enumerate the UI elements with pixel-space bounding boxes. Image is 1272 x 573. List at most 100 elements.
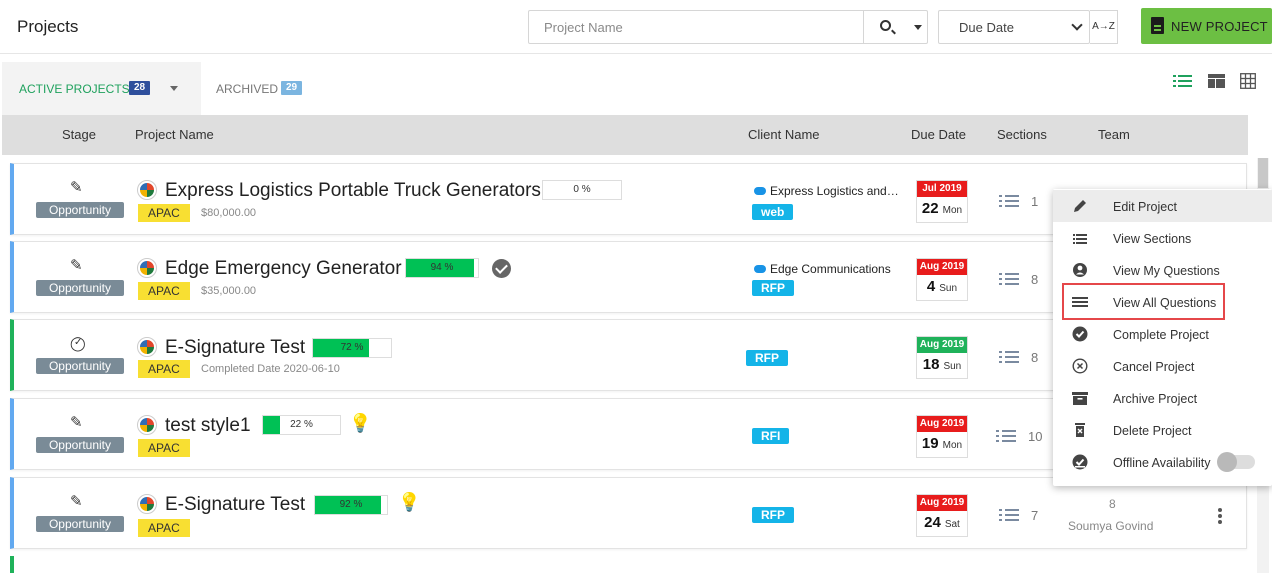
project-amount: $35,000.00	[201, 285, 257, 297]
check-mark-icon: ✓	[74, 337, 83, 348]
due-month: Aug 2019	[917, 337, 967, 353]
sections-count[interactable]: 10	[996, 429, 1042, 444]
project-name[interactable]: Express Logistics Portable Truck Generat…	[165, 180, 541, 202]
pencil-icon	[1074, 200, 1086, 212]
due-month: Aug 2019	[917, 416, 967, 432]
type-tag: web	[752, 204, 794, 220]
progress-bar: 92 %	[314, 495, 388, 515]
trash-icon	[1075, 423, 1085, 437]
lightbulb-icon: 💡	[349, 413, 372, 433]
sections-number: 7	[1031, 508, 1039, 523]
tab-active-projects[interactable]: ACTIVE PROJECTS 28	[2, 62, 201, 115]
col-stage[interactable]: Stage	[62, 127, 96, 142]
type-tag: RFP	[746, 350, 788, 366]
menu-item-cancel-project[interactable]: Cancel Project	[1053, 350, 1272, 382]
sections-count[interactable]: 7	[999, 508, 1038, 523]
project-name-search-input[interactable]	[529, 11, 863, 43]
cloud-icon	[754, 265, 766, 273]
list-icon	[996, 430, 1016, 443]
sort-select[interactable]: Due Date	[938, 10, 1090, 44]
col-due-date[interactable]: Due Date	[911, 127, 966, 142]
col-project-name[interactable]: Project Name	[135, 127, 214, 142]
lightbulb-icon: 💡	[398, 492, 421, 512]
offline-check-icon	[1072, 454, 1088, 470]
menu-item-offline-availability[interactable]: Offline Availability	[1053, 446, 1272, 478]
sections-count[interactable]: 8	[999, 272, 1038, 287]
due-weekday: Sun	[943, 361, 962, 372]
cloud-icon	[754, 187, 766, 195]
menu-label: Offline Availability	[1113, 456, 1211, 470]
due-month: Aug 2019	[917, 259, 967, 275]
team-member[interactable]: Soumya Govind	[1068, 519, 1153, 533]
project-tabs: ACTIVE PROJECTS 28 ARCHIVED 29	[0, 62, 1272, 115]
due-date: Aug 2019 18 Sun	[916, 336, 968, 379]
client-name[interactable]: Edge Communications	[754, 262, 902, 276]
stage-badge: Opportunity	[36, 516, 124, 532]
project-name[interactable]: Edge Emergency Generator	[165, 258, 402, 280]
caret-down-icon[interactable]	[914, 25, 922, 30]
sections-number: 1	[1031, 194, 1039, 209]
col-client-name[interactable]: Client Name	[748, 127, 820, 142]
list-icon	[999, 273, 1019, 286]
pencil-icon: ✎	[70, 414, 83, 431]
pencil-icon: ✎	[70, 179, 83, 196]
due-day-number: 4	[926, 278, 936, 295]
region-tag: APAC	[138, 519, 190, 537]
menu-label: Archive Project	[1113, 392, 1198, 406]
grid-view-icon[interactable]	[1240, 73, 1256, 89]
sections-count[interactable]: 8	[999, 350, 1038, 365]
offline-toggle[interactable]	[1217, 452, 1255, 472]
menu-item-archive-project[interactable]: Archive Project	[1053, 382, 1272, 414]
due-day: 22 Mon	[917, 200, 967, 217]
due-date: Aug 2019 4 Sun	[916, 258, 968, 301]
new-project-button[interactable]: NEW PROJECT	[1141, 8, 1272, 44]
progress-bar: 94 %	[405, 258, 479, 278]
client-name[interactable]: Express Logistics and …	[754, 184, 902, 198]
col-sections[interactable]: Sections	[997, 127, 1047, 142]
due-weekday: Mon	[942, 440, 963, 451]
client-name-text: Express Logistics and …	[770, 184, 902, 198]
search-box	[528, 10, 928, 44]
menu-label: Edit Project	[1113, 200, 1177, 214]
menu-item-edit-project[interactable]: Edit Project	[1053, 190, 1272, 222]
menu-item-view-my-questions[interactable]: View My Questions	[1053, 254, 1272, 286]
page-title: Projects	[17, 17, 79, 36]
menu-item-complete-project[interactable]: Complete Project	[1053, 318, 1272, 350]
archive-icon	[1072, 392, 1088, 405]
region-tag: APAC	[138, 204, 190, 222]
sections-count[interactable]: 1	[999, 194, 1038, 209]
more-options-icon[interactable]	[1218, 508, 1222, 512]
project-name[interactable]: E-Signature Test	[165, 494, 305, 516]
pie-chart-icon	[137, 415, 157, 435]
scrollbar-thumb[interactable]	[1258, 158, 1268, 188]
menu-item-delete-project[interactable]: Delete Project	[1053, 414, 1272, 446]
board-view-icon[interactable]	[1208, 73, 1226, 89]
pencil-icon: ✎	[70, 257, 83, 274]
table-row[interactable]: ✎ Opportunity E-Signature Test 92 % 💡 AP…	[10, 477, 1247, 549]
caret-down-icon[interactable]	[170, 86, 178, 91]
due-day-number: 24	[924, 514, 941, 531]
search-button[interactable]	[863, 11, 927, 43]
pencil-icon: ✎	[70, 493, 83, 510]
col-team[interactable]: Team	[1098, 127, 1130, 142]
progress-bar: 0 %	[542, 180, 622, 200]
sort-direction-button[interactable]: A→Z	[1090, 10, 1118, 44]
check-circle-icon	[1072, 326, 1088, 342]
sort-az-icon: A→Z	[1092, 21, 1115, 32]
list-icon	[999, 195, 1019, 208]
sort-select-value: Due Date	[959, 20, 1014, 35]
tab-active-label: ACTIVE PROJECTS	[19, 82, 130, 96]
active-count-badge: 28	[129, 81, 151, 95]
project-name[interactable]: E-Signature Test	[165, 337, 305, 359]
due-weekday: Sat	[944, 519, 960, 530]
new-project-label: NEW PROJECT	[1171, 19, 1268, 34]
menu-item-view-sections[interactable]: View Sections	[1053, 222, 1272, 254]
project-name[interactable]: test style1	[165, 415, 251, 437]
tab-archived[interactable]: ARCHIVED 29	[216, 62, 336, 115]
region-tag: APAC	[138, 282, 190, 300]
region-tag: APAC	[138, 439, 190, 457]
due-weekday: Mon	[942, 205, 963, 216]
stage-badge: Opportunity	[36, 202, 124, 218]
menu-label: View My Questions	[1113, 264, 1220, 278]
list-view-icon[interactable]	[1173, 73, 1193, 89]
